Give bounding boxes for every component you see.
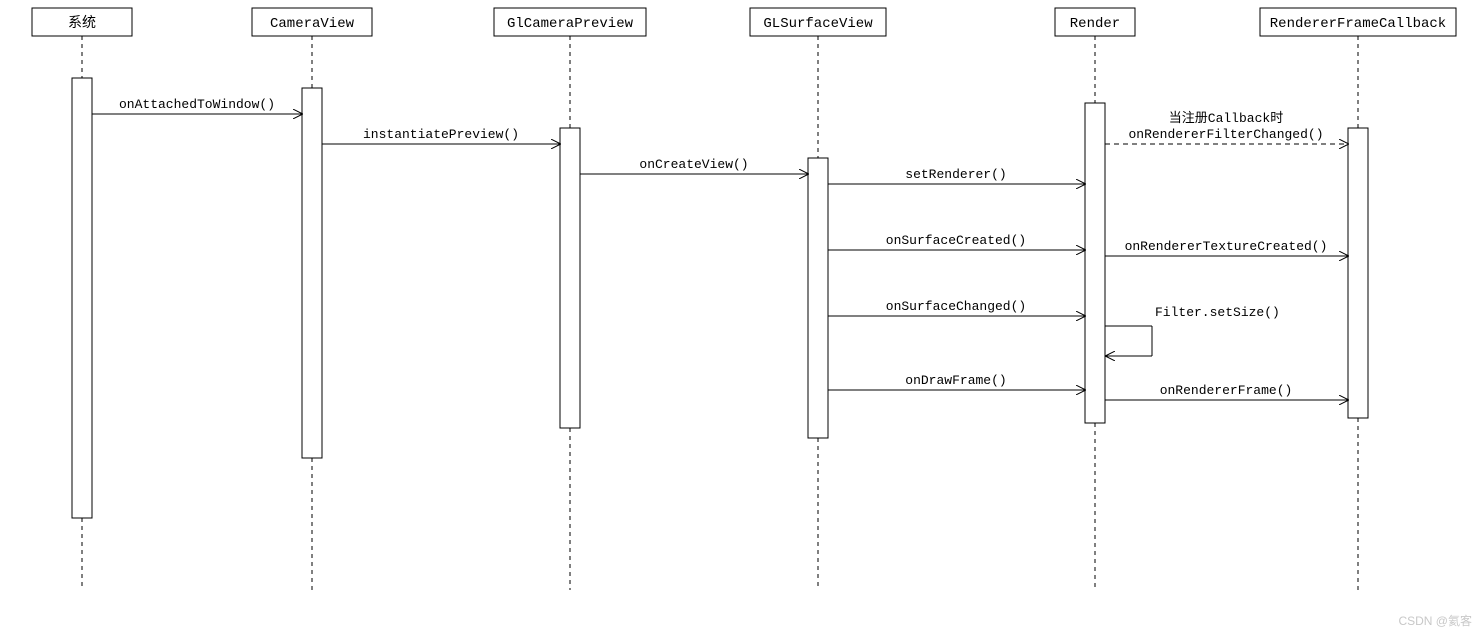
participant-render: Render — [1055, 8, 1135, 36]
activation-bar — [1348, 128, 1368, 418]
message-label: onRendererTextureCreated() — [1125, 239, 1328, 254]
message-label: onSurfaceCreated() — [886, 233, 1026, 248]
self-message: Filter.setSize() — [1105, 305, 1280, 356]
message-label: onSurfaceChanged() — [886, 299, 1026, 314]
participant-label: 系统 — [68, 15, 96, 32]
participant-label: Render — [1070, 16, 1120, 32]
activation-bar — [72, 78, 92, 518]
participant-label: RendererFrameCallback — [1270, 16, 1446, 32]
message-label: Filter.setSize() — [1155, 305, 1280, 320]
participant-rendererframecallback: RendererFrameCallback — [1260, 8, 1456, 36]
participant-system: 系统 — [32, 8, 132, 36]
message-label: onRendererFilterChanged() — [1128, 127, 1323, 142]
message-label: setRenderer() — [905, 167, 1006, 182]
message-label: onAttachedToWindow() — [119, 97, 275, 112]
participant-label: GLSurfaceView — [763, 16, 873, 32]
message-label: 当注册Callback时 — [1169, 111, 1283, 126]
participant-glsurfaceview: GLSurfaceView — [750, 8, 886, 36]
participant-cameraview: CameraView — [252, 8, 372, 36]
participant-glcamerapreview: GlCameraPreview — [494, 8, 646, 36]
message-label: onCreateView() — [639, 157, 748, 172]
message-label: instantiatePreview() — [363, 127, 519, 142]
activation-bar — [1085, 103, 1105, 423]
activation-bar — [302, 88, 322, 458]
participant-label: GlCameraPreview — [507, 16, 634, 32]
watermark-text: CSDN @氦客 — [1398, 612, 1472, 629]
sequence-diagram: 系统 CameraView GlCameraPreview GLSurfaceV… — [0, 0, 1484, 635]
activation-bar — [808, 158, 828, 438]
participant-label: CameraView — [270, 16, 355, 32]
message-label: onRendererFrame() — [1160, 383, 1293, 398]
message-label: onDrawFrame() — [905, 373, 1006, 388]
activation-bar — [560, 128, 580, 428]
